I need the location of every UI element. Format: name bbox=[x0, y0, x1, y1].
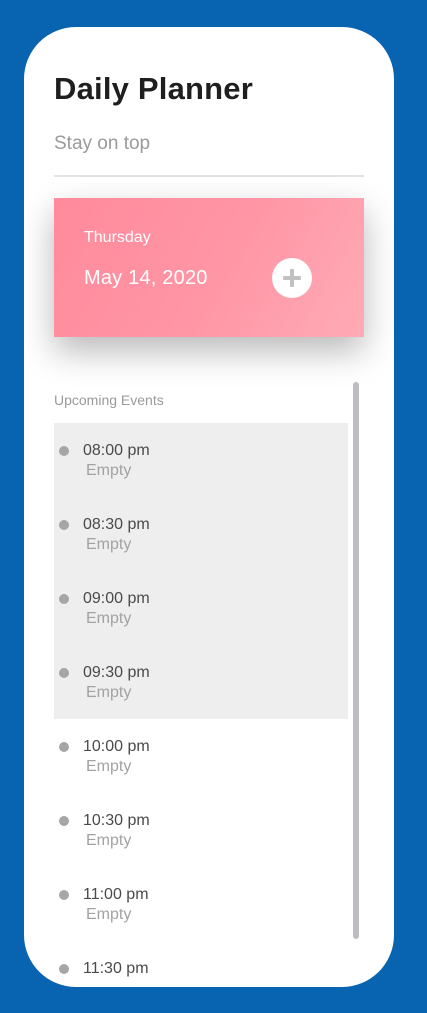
current-date: May 14, 2020 bbox=[84, 267, 208, 289]
bullet-dot-icon bbox=[59, 816, 69, 826]
bullet-dot-icon bbox=[59, 964, 69, 974]
app-panel: Daily Planner Stay on top Thursday May 1… bbox=[24, 27, 394, 987]
event-time: 09:30 pm bbox=[83, 664, 150, 681]
bullet-dot-icon bbox=[59, 594, 69, 604]
date-card: Thursday May 14, 2020 bbox=[54, 198, 364, 337]
event-time: 11:30 pm bbox=[83, 960, 149, 977]
bullet-dot-icon bbox=[59, 890, 69, 900]
event-time: 10:30 pm bbox=[83, 812, 150, 829]
event-item[interactable]: 10:30 pm Empty bbox=[54, 793, 348, 867]
event-time: 11:00 pm bbox=[83, 886, 149, 903]
add-event-button[interactable] bbox=[272, 258, 312, 298]
event-time: 10:00 pm bbox=[83, 738, 150, 755]
event-item[interactable]: 08:30 pm Empty bbox=[54, 497, 348, 571]
bullet-dot-icon bbox=[59, 742, 69, 752]
event-status: Empty bbox=[86, 906, 132, 923]
upcoming-events-label: Upcoming Events bbox=[54, 392, 164, 408]
event-time: 08:30 pm bbox=[83, 516, 150, 533]
event-status: Empty bbox=[86, 536, 132, 553]
event-item[interactable]: 11:00 pm Empty bbox=[54, 867, 348, 941]
page-title: Daily Planner bbox=[54, 71, 254, 106]
bullet-dot-icon bbox=[59, 446, 69, 456]
bullet-dot-icon bbox=[59, 520, 69, 530]
event-status: Empty bbox=[86, 684, 132, 701]
event-item[interactable]: 09:00 pm Empty bbox=[54, 571, 348, 645]
event-item[interactable]: 11:30 pm bbox=[54, 941, 348, 987]
header-divider bbox=[54, 175, 364, 177]
event-status: Empty bbox=[86, 758, 132, 775]
event-status: Empty bbox=[86, 832, 132, 849]
event-item[interactable]: 09:30 pm Empty bbox=[54, 645, 348, 719]
day-of-week: Thursday bbox=[84, 229, 151, 246]
event-item[interactable]: 10:00 pm Empty bbox=[54, 719, 348, 793]
event-time: 08:00 pm bbox=[83, 442, 150, 459]
event-time: 09:00 pm bbox=[83, 590, 150, 607]
event-status: Empty bbox=[86, 462, 132, 479]
event-list: 08:00 pm Empty 08:30 pm Empty 09:00 pm Empty 0… bbox=[54, 423, 348, 987]
event-item[interactable]: 08:00 pm Empty bbox=[54, 423, 348, 497]
plus-icon bbox=[283, 269, 301, 287]
bullet-dot-icon bbox=[59, 668, 69, 678]
event-list-scrollbar[interactable] bbox=[353, 382, 359, 939]
page-subtitle: Stay on top bbox=[54, 133, 151, 154]
event-status: Empty bbox=[86, 610, 132, 627]
